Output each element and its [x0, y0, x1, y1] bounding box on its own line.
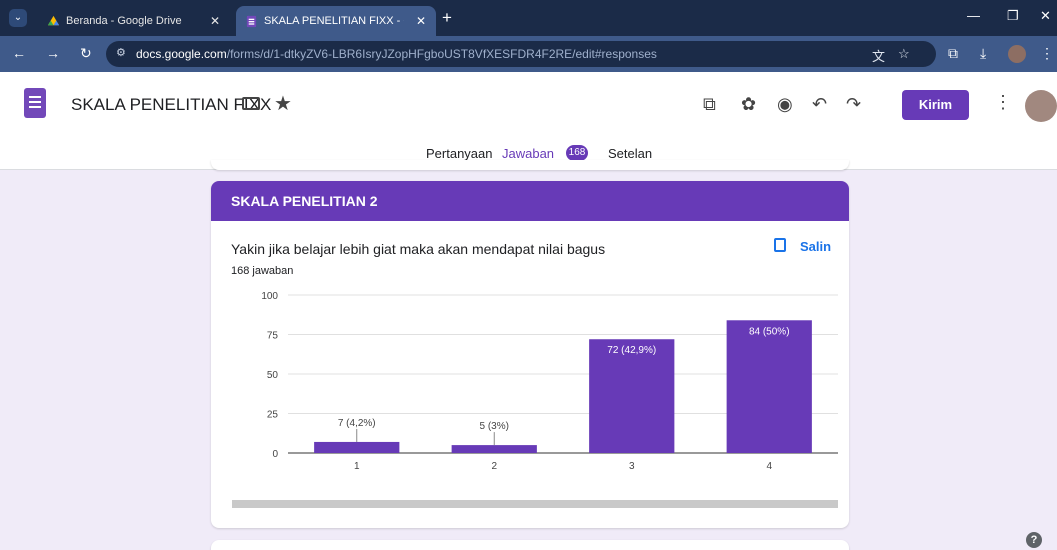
bookmark-star-icon[interactable]: ☆ — [898, 46, 910, 62]
browser-menu-icon[interactable]: ⋮ — [1040, 45, 1054, 62]
browser-tab-forms[interactable]: SKALA PENELITIAN FIXX - Goog ✕ — [236, 6, 436, 36]
help-icon[interactable]: ? — [1026, 532, 1042, 548]
bar — [451, 445, 537, 453]
star-icon[interactable]: ★ — [274, 91, 292, 116]
responses-bar-chart: 0 25 50 75 100 1 7 (4,2%) 2 5 (3%) 3 72 (42,9%) 4 84… — [261, 291, 838, 472]
folder-icon[interactable] — [242, 97, 260, 110]
y-tick-label: 75 — [267, 331, 279, 342]
translate-icon[interactable]: 文 — [872, 46, 885, 65]
forms-header: SKALA PENELITIAN FIXX ★ ⧉ ✿ ◉ ↶ ↷ Kirim … — [0, 72, 1057, 170]
data-label: 72 (42,9%) — [607, 345, 656, 356]
responses-count-badge: 168 — [566, 145, 588, 161]
question-title: Yakin jika belajar lebih giat maka akan … — [231, 241, 606, 257]
tab-title: SKALA PENELITIAN FIXX - Goog — [264, 15, 404, 27]
tab-responses[interactable]: Jawaban — [502, 146, 554, 161]
tab-search-icon[interactable]: ⌄ — [9, 9, 27, 27]
google-drive-icon — [47, 15, 60, 26]
google-forms-logo-icon[interactable] — [24, 88, 46, 118]
url-text[interactable]: docs.google.com/forms/d/1-dtkyZV6-LBR6Is… — [136, 47, 657, 61]
addon-puzzle-icon[interactable]: ⧉ — [703, 94, 716, 115]
data-label: 5 (3%) — [480, 421, 509, 432]
y-tick-label: 100 — [261, 291, 278, 302]
section-title: SKALA PENELITIAN 2 — [231, 193, 378, 209]
close-tab-icon[interactable]: ✕ — [416, 6, 426, 36]
account-avatar[interactable] — [1025, 90, 1057, 122]
x-tick-label: 3 — [629, 461, 635, 472]
bar — [589, 339, 675, 453]
address-bar[interactable]: ⚙ docs.google.com/forms/d/1-dtkyZV6-LBR6… — [106, 41, 936, 67]
browser-tab-drive[interactable]: Beranda - Google Drive ✕ — [38, 6, 230, 36]
section-header: SKALA PENELITIAN 2 — [211, 181, 849, 221]
window-close-icon[interactable]: ✕ — [1040, 8, 1051, 24]
send-button[interactable]: Kirim — [902, 90, 969, 120]
undo-icon[interactable]: ↶ — [812, 94, 827, 115]
minimize-icon[interactable]: — — [967, 8, 980, 23]
y-tick-label: 0 — [272, 449, 278, 460]
copy-button[interactable]: Salin — [800, 239, 831, 254]
x-tick-label: 4 — [766, 461, 772, 472]
new-tab-icon[interactable]: + — [442, 8, 452, 28]
question-summary-card: SKALA PENELITIAN 2 Yakin jika belajar le… — [211, 181, 849, 528]
horizontal-scrollbar[interactable] — [232, 500, 838, 508]
profile-avatar[interactable] — [1008, 45, 1026, 63]
url-domain: docs.google.com — [136, 47, 227, 61]
x-tick-label: 2 — [491, 461, 497, 472]
browser-toolbar: ← → ↻ ⚙ docs.google.com/forms/d/1-dtkyZV… — [0, 36, 1057, 72]
extensions-icon[interactable]: ⧉ — [948, 45, 958, 62]
previous-card — [211, 160, 849, 170]
forward-arrow-icon[interactable]: → — [46, 45, 60, 61]
response-count: 168 jawaban — [231, 265, 294, 277]
tab-title: Beranda - Google Drive — [66, 15, 182, 27]
data-label: 84 (50%) — [749, 326, 790, 337]
redo-icon[interactable]: ↷ — [846, 94, 861, 115]
y-tick-label: 50 — [267, 370, 279, 381]
download-icon[interactable]: ⤓ — [980, 45, 986, 62]
x-tick-label: 1 — [354, 461, 360, 472]
y-tick-label: 25 — [267, 410, 279, 421]
more-options-icon[interactable]: ⋮ — [994, 92, 1012, 113]
url-path: /forms/d/1-dtkyZV6-LBR6IsryJZopHFgboUST8… — [226, 47, 657, 61]
site-info-icon[interactable]: ⚙ — [116, 46, 126, 59]
next-card — [211, 540, 849, 550]
preview-eye-icon[interactable]: ◉ — [777, 94, 793, 115]
palette-icon[interactable]: ✿ — [741, 94, 756, 115]
copy-icon[interactable] — [774, 238, 786, 252]
bar — [314, 441, 400, 453]
back-arrow-icon[interactable]: ← — [12, 45, 26, 61]
tab-questions[interactable]: Pertanyaan — [426, 146, 493, 161]
close-tab-icon[interactable]: ✕ — [210, 6, 220, 36]
tab-settings[interactable]: Setelan — [608, 146, 652, 161]
browser-tab-strip: ⌄ Beranda - Google Drive ✕ SKALA PENELIT… — [0, 0, 1057, 36]
restore-icon[interactable]: ❐ — [1007, 8, 1019, 24]
bar — [726, 320, 812, 453]
google-forms-icon — [246, 15, 257, 28]
reload-icon[interactable]: ↻ — [80, 45, 92, 62]
data-label: 7 (4,2%) — [338, 418, 376, 429]
